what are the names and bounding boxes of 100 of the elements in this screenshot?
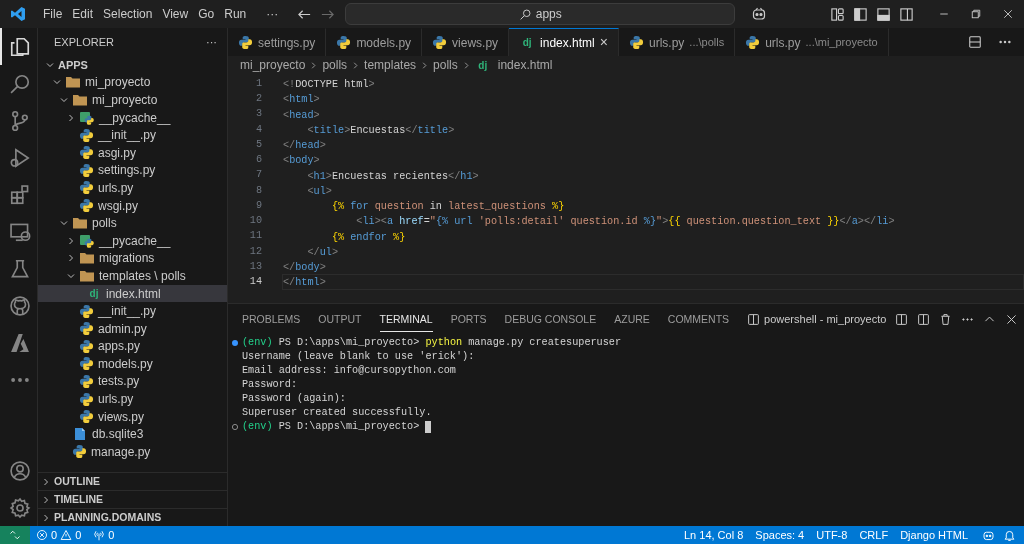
problems-button[interactable]: 0 0 <box>30 526 88 544</box>
status-item[interactable]: Django HTML <box>894 526 974 544</box>
panel-tab[interactable]: COMMENTS <box>667 305 730 333</box>
line-number: 3 <box>254 107 262 122</box>
tree-item[interactable]: urls.py <box>38 179 227 197</box>
menu-item[interactable]: Selection <box>98 5 158 23</box>
tree-item[interactable]: manage.py <box>38 443 227 461</box>
editor-tab[interactable]: dj index.html × <box>509 28 619 56</box>
python-icon <box>238 35 253 50</box>
panel-tab[interactable]: TERMINAL <box>379 305 433 333</box>
status-item[interactable]: Spaces: 4 <box>749 526 811 544</box>
python-icon <box>79 374 94 389</box>
tree-item[interactable]: __pycache__ <box>38 231 227 250</box>
panel-toggle-icon[interactable] <box>876 6 891 22</box>
more-menu-button[interactable]: ··· <box>261 5 284 23</box>
tree-item[interactable]: asgi.py <box>38 143 227 162</box>
split-terminal-icon[interactable] <box>895 312 909 326</box>
python-icon <box>79 409 94 425</box>
split-editor-icon[interactable] <box>968 35 982 49</box>
tree-item[interactable]: tests.py <box>38 372 227 391</box>
menu-item[interactable]: View <box>157 5 194 23</box>
code-line: <!DOCTYPE html> <box>282 78 376 92</box>
menu-item[interactable]: File <box>38 5 68 23</box>
menu-item[interactable]: Run <box>219 5 252 23</box>
app-logo-icon <box>10 6 26 22</box>
tree-item[interactable]: db.sqlite3 <box>38 425 227 444</box>
breadcrumb[interactable]: templates <box>364 56 417 74</box>
menu-item[interactable]: Go <box>193 5 220 23</box>
restore-icon[interactable] <box>970 8 982 20</box>
trash-icon[interactable] <box>939 312 953 326</box>
search-icon[interactable] <box>8 72 31 95</box>
sidebar-toggle-icon[interactable] <box>853 6 868 22</box>
breadcrumb[interactable]: polls <box>322 56 348 74</box>
tree-item[interactable]: APPS <box>38 56 227 74</box>
tree-item[interactable]: apps.py <box>38 337 227 356</box>
close-tab-button[interactable]: × <box>599 32 608 53</box>
terminal-line: (env) PS D:\apps\mi_proyecto> <box>242 420 421 435</box>
tree-item[interactable]: __init__.py <box>38 126 227 144</box>
tree-item[interactable]: migrations <box>38 249 227 268</box>
tree-item[interactable]: settings.py <box>38 161 227 180</box>
ports-button[interactable]: 0 <box>87 526 121 544</box>
python-icon <box>79 127 94 143</box>
folder-icon <box>79 250 95 267</box>
code-line: <head> <box>282 108 321 122</box>
folder-icon <box>79 232 95 249</box>
status-item[interactable]: CRLF <box>853 526 895 544</box>
file-icon <box>72 426 88 443</box>
error-icon <box>36 529 48 541</box>
robot-icon[interactable] <box>751 6 768 22</box>
tree-item[interactable]: polls <box>38 214 227 232</box>
tree-item[interactable]: wsgi.py <box>38 196 227 215</box>
close-icon[interactable] <box>1005 312 1019 326</box>
breadcrumb[interactable]: mi_proyecto <box>240 56 306 74</box>
section-header[interactable]: OUTLINE <box>38 472 227 490</box>
terminal-selector[interactable]: powershell - mi_proyecto <box>747 310 887 328</box>
layout-icon[interactable] <box>830 6 845 22</box>
run-debug-icon[interactable] <box>8 146 31 169</box>
terminal-line: Password (again): <box>242 392 346 407</box>
tree-item[interactable]: urls.py <box>38 390 227 408</box>
tree-item[interactable]: models.py <box>38 355 227 373</box>
split-view-icon[interactable] <box>899 6 914 22</box>
line-number: 11 <box>248 229 262 244</box>
azure-icon[interactable] <box>8 331 31 354</box>
tree-item[interactable]: __pycache__ <box>38 108 227 127</box>
django-icon: dj <box>474 57 491 73</box>
panel-tab[interactable]: DEBUG CONSOLE <box>504 305 597 333</box>
files-icon[interactable] <box>8 35 31 58</box>
close-icon[interactable] <box>1002 8 1014 20</box>
panel-tab[interactable]: PROBLEMS <box>242 305 301 333</box>
more-actions-button[interactable]: ··· <box>206 33 217 51</box>
line-number: 4 <box>254 122 262 137</box>
tree-item[interactable]: mi_proyecto <box>38 73 227 92</box>
python-icon <box>79 145 94 161</box>
octocat-icon[interactable] <box>8 294 31 317</box>
tree-item[interactable]: admin.py <box>38 319 227 338</box>
search-field[interactable]: apps <box>345 3 736 25</box>
panel-tab[interactable]: AZURE <box>614 305 650 333</box>
section-header[interactable]: TIMELINE <box>38 490 227 508</box>
breadcrumb[interactable]: polls <box>433 56 458 74</box>
terminal-line: Email address: info@cursopython.com <box>242 364 456 379</box>
terminal-line: Password: <box>242 378 298 393</box>
account-icon[interactable] <box>8 459 31 482</box>
panel-tab[interactable]: PORTS <box>450 305 487 333</box>
terminal-line: Superuser created successfully. <box>242 406 432 421</box>
menu-item[interactable]: Edit <box>67 5 99 23</box>
python-icon <box>79 162 94 178</box>
panel-tab[interactable]: OUTPUT <box>318 305 362 333</box>
breadcrumb[interactable]: index.html <box>497 56 553 74</box>
tree-item[interactable]: __init__.py <box>38 302 227 320</box>
status-item[interactable]: Ln 14, Col 8 <box>678 526 750 544</box>
status-item[interactable]: UTF-8 <box>810 526 854 544</box>
tree-item[interactable]: mi_proyecto <box>38 91 227 109</box>
settings-icon[interactable] <box>8 496 31 519</box>
extensions-icon[interactable] <box>8 183 31 206</box>
bell-icon[interactable] <box>1003 528 1016 542</box>
tree-item[interactable]: templates \ polls <box>38 267 227 285</box>
tree-item[interactable]: views.py <box>38 407 227 426</box>
split-icon[interactable] <box>917 312 931 326</box>
tree-item[interactable]: dj index.html <box>38 284 227 303</box>
line-number: 9 <box>254 199 262 213</box>
